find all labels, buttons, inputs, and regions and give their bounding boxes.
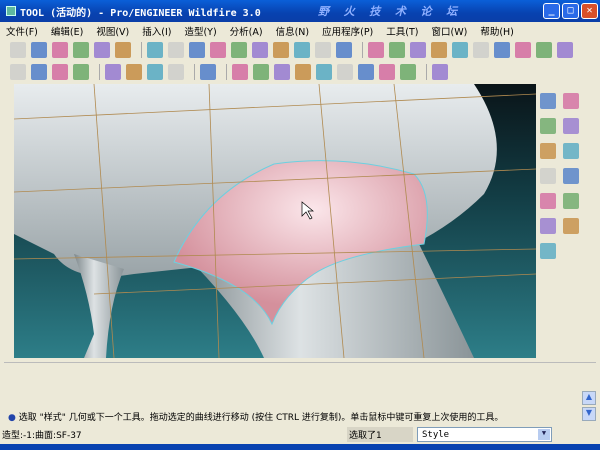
menu-bar: 文件(F) 编辑(E) 视图(V) 插入(I) 造型(Y) 分析(A) 信息(N… <box>0 22 600 39</box>
drop-icon[interactable] <box>563 168 579 184</box>
message-line: ● 选取 "样式" 几何或下一个工具。拖动选定的曲线进行移动 (按住 CTRL … <box>8 413 504 423</box>
message-text: 选取 "样式" 几何或下一个工具。拖动选定的曲线进行移动 (按住 CTRL 进行… <box>18 413 504 423</box>
orient-icon[interactable] <box>494 42 510 58</box>
surface-icon[interactable] <box>253 64 269 80</box>
cut-icon[interactable] <box>210 42 226 58</box>
menu-insert[interactable]: 插入(I) <box>142 24 171 38</box>
menu-analysis[interactable]: 分析(A) <box>230 24 263 38</box>
saved-views-icon[interactable] <box>515 42 531 58</box>
curve-icon[interactable] <box>563 118 579 134</box>
filter-dropdown[interactable]: Style ▼ <box>417 427 552 442</box>
menu-tools[interactable]: 工具(T) <box>386 24 418 38</box>
zoom-in-icon[interactable] <box>431 42 447 58</box>
zoom-to-fit-icon[interactable] <box>410 42 426 58</box>
trim-icon[interactable] <box>379 64 395 80</box>
model-tree-icon[interactable] <box>294 42 310 58</box>
toolbar-separator <box>99 64 100 80</box>
save-icon[interactable] <box>52 42 68 58</box>
copy-icon[interactable] <box>231 42 247 58</box>
taskbar-edge <box>0 444 600 450</box>
paste-icon[interactable] <box>252 42 268 58</box>
paste-special-icon[interactable] <box>273 42 289 58</box>
circle-icon[interactable] <box>563 143 579 159</box>
finish-icon[interactable] <box>540 243 556 259</box>
style-toolbar <box>10 62 453 82</box>
toolbar-separator <box>426 64 427 80</box>
menu-info[interactable]: 信息(N) <box>276 24 310 38</box>
datum-axis-icon[interactable] <box>126 64 142 80</box>
style-right-toolbar <box>537 90 597 265</box>
surface-trim-icon[interactable] <box>316 64 332 80</box>
leg-surface <box>74 254 124 358</box>
datum-plane-icon[interactable] <box>105 64 121 80</box>
copy-window-icon[interactable] <box>94 42 110 58</box>
toolbar-separator <box>141 42 142 58</box>
appearance-icon[interactable] <box>557 42 573 58</box>
curve-from-cos-icon[interactable] <box>358 64 374 80</box>
main-toolbar <box>10 40 578 60</box>
menu-window[interactable]: 窗口(W) <box>432 24 468 38</box>
scroll-down-button[interactable]: ▼ <box>582 407 596 421</box>
surface-connect-icon[interactable] <box>295 64 311 80</box>
csys-icon[interactable] <box>168 64 184 80</box>
whats-this-icon[interactable] <box>432 64 448 80</box>
menu-style[interactable]: 造型(Y) <box>184 24 216 38</box>
grid-icon[interactable] <box>563 93 579 109</box>
open-icon[interactable] <box>31 42 47 58</box>
offset-icon[interactable] <box>563 218 579 234</box>
maximize-button[interactable]: □ <box>562 3 579 19</box>
toolbar-separator <box>194 64 195 80</box>
toolbar-separator <box>362 42 363 58</box>
shading-icon[interactable] <box>73 64 89 80</box>
zoom-out-icon[interactable] <box>452 42 468 58</box>
trim-icon[interactable] <box>563 193 579 209</box>
print-icon[interactable] <box>73 42 89 58</box>
menu-view[interactable]: 视图(V) <box>96 24 129 38</box>
filter-value: Style <box>422 430 450 440</box>
menu-applications[interactable]: 应用程序(P) <box>322 24 373 38</box>
arc-icon[interactable] <box>540 168 556 184</box>
layers-icon[interactable] <box>536 42 552 58</box>
find-icon[interactable] <box>315 42 331 58</box>
curve-icon[interactable] <box>232 64 248 80</box>
close-button[interactable]: ✕ <box>581 3 598 19</box>
message-area: ● 选取 "样式" 几何或下一个工具。拖动选定的曲线进行移动 (按住 CTRL … <box>4 362 596 424</box>
curve-edit-icon[interactable] <box>274 64 290 80</box>
plane-icon[interactable] <box>540 118 556 134</box>
graphics-viewport[interactable] <box>14 84 536 358</box>
drop-curve-icon[interactable] <box>337 64 353 80</box>
no-hidden-icon[interactable] <box>52 64 68 80</box>
app-icon <box>6 6 16 16</box>
toolbar-separator <box>226 64 227 80</box>
select-icon[interactable] <box>540 93 556 109</box>
menu-help[interactable]: 帮助(H) <box>480 24 514 38</box>
paste-window-icon[interactable] <box>115 42 131 58</box>
menu-file[interactable]: 文件(F) <box>6 24 38 38</box>
selected-count: 选取了1 <box>347 427 413 442</box>
view-manager-icon[interactable] <box>368 42 384 58</box>
select-box-icon[interactable] <box>336 42 352 58</box>
undo-icon[interactable] <box>147 42 163 58</box>
surface-icon[interactable] <box>540 193 556 209</box>
window-title: TOOL (活动的) - Pro/ENGINEER Wildfire 3.0 <box>20 7 261 19</box>
menu-edit[interactable]: 编辑(E) <box>51 24 83 38</box>
scroll-up-button[interactable]: ▲ <box>582 391 596 405</box>
style-settings-icon[interactable] <box>200 64 216 80</box>
hidden-line-icon[interactable] <box>31 64 47 80</box>
datum-point-icon[interactable] <box>147 64 163 80</box>
curve-edit-icon[interactable] <box>540 143 556 159</box>
redo-icon[interactable] <box>168 42 184 58</box>
refit-icon[interactable] <box>473 42 489 58</box>
delete-icon[interactable] <box>400 64 416 80</box>
minimize-button[interactable]: _ <box>543 3 560 19</box>
wireframe-icon[interactable] <box>10 64 26 80</box>
title-bar: TOOL (活动的) - Pro/ENGINEER Wildfire 3.0 野… <box>0 0 600 22</box>
chevron-down-icon[interactable]: ▼ <box>538 429 550 440</box>
intersect-icon[interactable] <box>540 218 556 234</box>
new-icon[interactable] <box>10 42 26 58</box>
watermark: 野 火 技 术 论 坛 <box>318 5 462 18</box>
spin-center-icon[interactable] <box>389 42 405 58</box>
status-selection-info: 造型:-1:曲面:SF-37 <box>2 431 82 441</box>
regenerate-icon[interactable] <box>189 42 205 58</box>
